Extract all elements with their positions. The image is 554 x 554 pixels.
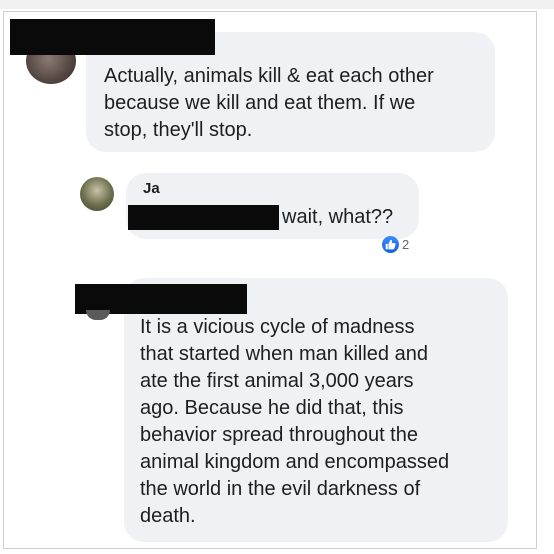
comment-text: Actually, animals kill & eat each other … <box>104 65 434 141</box>
commenter-avatar[interactable] <box>80 177 114 211</box>
commenter-name[interactable]: Ja <box>143 180 160 197</box>
comment-text: It is a vicious cycle of madness that st… <box>140 316 450 527</box>
comment-text: wait, what?? <box>282 206 394 228</box>
like-icon <box>382 236 399 253</box>
top-edge <box>0 0 554 9</box>
redacted-name <box>128 205 279 230</box>
reaction-total: 2 <box>402 237 410 252</box>
reaction-count[interactable]: 2 <box>382 236 409 253</box>
redacted-name <box>10 19 215 55</box>
